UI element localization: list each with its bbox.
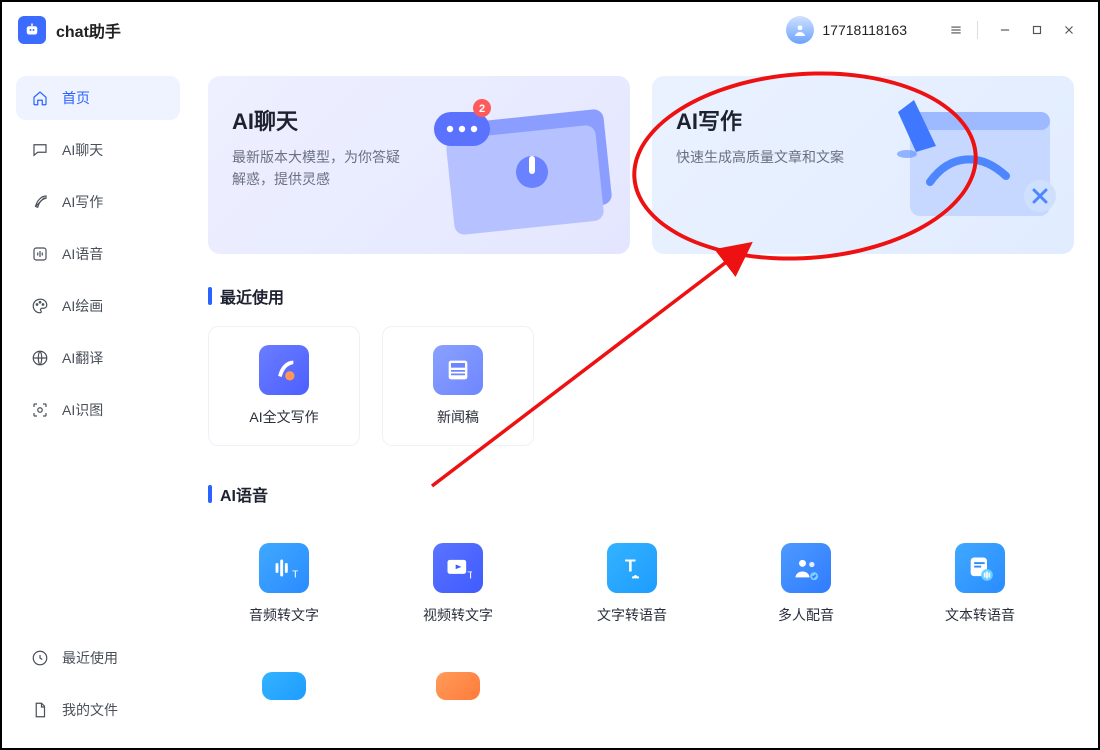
- hero-card-write[interactable]: AI写作 快速生成高质量文章和文案: [652, 76, 1074, 254]
- divider: [977, 21, 978, 39]
- chat-icon: [30, 140, 50, 160]
- sidebar-item-label: AI识图: [62, 400, 103, 420]
- tile-audio-to-text[interactable]: T 音频转文字: [208, 524, 360, 644]
- sidebar-item-label: AI写作: [62, 192, 103, 212]
- main-area: AI聊天 最新版本大模型，为你答疑解惑，提供灵感 2 AI写作 快速生成高质量文…: [192, 58, 1098, 748]
- feather-icon: [30, 192, 50, 212]
- sidebar-item-label: AI绘画: [62, 296, 103, 316]
- section-header-voice: AI语音: [208, 482, 1074, 506]
- svg-text:T: T: [292, 568, 298, 580]
- voice-icon: [30, 244, 50, 264]
- titlebar: chat助手 17718118163: [2, 2, 1098, 58]
- section-header-recent: 最近使用: [208, 284, 1074, 308]
- sidebar-item-label: AI聊天: [62, 140, 103, 160]
- user-name[interactable]: 17718118163: [822, 22, 907, 38]
- tile-text-to-speech[interactable]: 文本转语音: [904, 524, 1056, 644]
- app-title: chat助手: [56, 18, 121, 42]
- tile-video-to-text[interactable]: T 视频转文字: [382, 524, 534, 644]
- tile-text-to-voice[interactable]: T 文字转语音: [556, 524, 708, 644]
- sidebar-item-label: 最近使用: [62, 648, 118, 668]
- section-title: 最近使用: [220, 284, 284, 308]
- sidebar-item-translate[interactable]: AI翻译: [16, 336, 180, 380]
- sidebar-item-image[interactable]: AI识图: [16, 388, 180, 432]
- scan-icon: [30, 400, 50, 420]
- tile-ai-full-write[interactable]: AI全文写作: [208, 326, 360, 446]
- people-icon: [781, 543, 831, 593]
- video-play-icon: T: [433, 543, 483, 593]
- generic-icon: [262, 672, 306, 700]
- hero-chat-illustration: 2: [420, 86, 620, 246]
- news-icon: [433, 345, 483, 395]
- hero-write-illustration: [864, 86, 1064, 246]
- maximize-button[interactable]: [1024, 17, 1050, 43]
- sidebar-item-paint[interactable]: AI绘画: [16, 284, 180, 328]
- svg-text:T: T: [467, 570, 472, 582]
- sidebar-item-files[interactable]: 我的文件: [16, 688, 180, 732]
- hero-desc: 最新版本大模型，为你答疑解惑，提供灵感: [232, 146, 402, 191]
- sidebar: 首页 AI聊天 AI写作 AI语音 AI绘画 AI翻译 AI识图 最: [2, 58, 192, 748]
- section-accent-bar: [208, 485, 212, 503]
- tile-label: 视频转文字: [423, 605, 493, 625]
- sidebar-item-recent[interactable]: 最近使用: [16, 636, 180, 680]
- tile-partial[interactable]: [208, 664, 360, 704]
- svg-text:T: T: [625, 556, 636, 576]
- tile-label: 新闻稿: [437, 407, 479, 427]
- tile-multi-dubbing[interactable]: 多人配音: [730, 524, 882, 644]
- sidebar-item-label: AI语音: [62, 244, 103, 264]
- tile-label: AI全文写作: [249, 407, 318, 427]
- app-logo-icon: [18, 16, 46, 44]
- hero-desc: 快速生成高质量文章和文案: [676, 146, 846, 168]
- user-avatar[interactable]: [786, 16, 814, 44]
- sidebar-item-voice[interactable]: AI语音: [16, 232, 180, 276]
- sidebar-item-chat[interactable]: AI聊天: [16, 128, 180, 172]
- close-button[interactable]: [1056, 17, 1082, 43]
- home-icon: [30, 88, 50, 108]
- tile-news-draft[interactable]: 新闻稿: [382, 326, 534, 446]
- tile-partial[interactable]: [382, 664, 534, 704]
- sidebar-item-label: 首页: [62, 88, 90, 108]
- sidebar-item-home[interactable]: 首页: [16, 76, 180, 120]
- svg-text:2: 2: [479, 103, 485, 115]
- tile-label: 文字转语音: [597, 605, 667, 625]
- text-sound-icon: T: [607, 543, 657, 593]
- feather-pen-icon: [259, 345, 309, 395]
- section-accent-bar: [208, 287, 212, 305]
- history-icon: [30, 648, 50, 668]
- minimize-button[interactable]: [992, 17, 1018, 43]
- tile-label: 文本转语音: [945, 605, 1015, 625]
- palette-icon: [30, 296, 50, 316]
- hero-card-chat[interactable]: AI聊天 最新版本大模型，为你答疑解惑，提供灵感 2: [208, 76, 630, 254]
- translate-icon: [30, 348, 50, 368]
- audio-wave-icon: T: [259, 543, 309, 593]
- section-title: AI语音: [220, 482, 268, 506]
- menu-button[interactable]: [943, 17, 969, 43]
- sidebar-item-label: AI翻译: [62, 348, 103, 368]
- generic-icon: [436, 672, 480, 700]
- tile-label: 多人配音: [778, 605, 834, 625]
- document-sound-icon: [955, 543, 1005, 593]
- sidebar-item-write[interactable]: AI写作: [16, 180, 180, 224]
- sidebar-item-label: 我的文件: [62, 700, 118, 720]
- file-icon: [30, 700, 50, 720]
- tile-label: 音频转文字: [249, 605, 319, 625]
